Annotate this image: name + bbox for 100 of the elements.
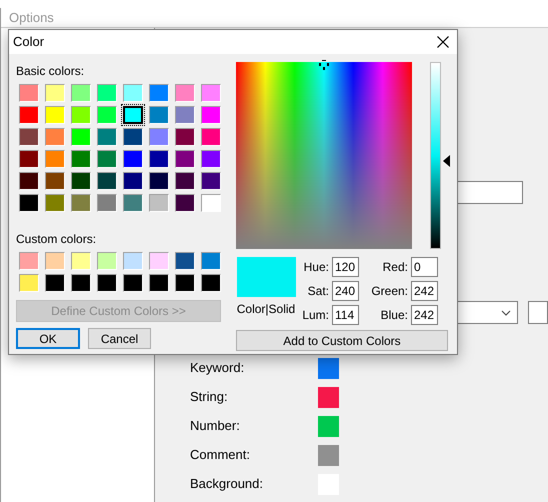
number-field[interactable]: 0 [411,257,438,277]
number-field[interactable]: 120 [332,257,359,277]
field-label: Green: [370,283,409,300]
close-icon[interactable] [437,36,449,48]
color-swatch[interactable] [45,106,65,124]
color-swatch[interactable] [318,358,339,378]
color-swatch[interactable] [149,106,169,124]
color-label: String: [190,388,229,406]
field-label: Hue: [302,259,330,276]
color-swatch[interactable] [19,194,39,212]
number-field[interactable]: 240 [332,281,359,301]
color-swatch[interactable] [175,252,195,270]
color-swatch[interactable] [201,194,221,212]
color-swatch[interactable] [175,172,195,190]
color-swatch[interactable] [123,194,143,212]
color-swatch[interactable] [45,172,65,190]
color-swatch[interactable] [19,274,39,292]
color-swatch[interactable] [123,84,143,102]
color-swatch[interactable] [97,274,117,292]
color-swatch[interactable] [71,84,91,102]
color-preview [236,257,296,297]
color-label: Keyword: [190,359,246,378]
color-swatch[interactable] [45,84,65,102]
color-swatch[interactable] [201,274,221,292]
color-swatch[interactable] [201,150,221,168]
slider-arrow-icon[interactable] [443,155,450,168]
color-label: Number: [190,417,241,436]
color-swatch[interactable] [149,194,169,212]
color-swatch[interactable] [97,150,117,168]
section-label: Custom colors: [16,231,98,248]
color-swatch[interactable] [175,128,195,146]
color-swatch[interactable] [201,128,221,146]
color-swatch[interactable] [45,274,65,292]
color-swatch[interactable] [97,194,117,212]
field-label: Red: [382,259,409,276]
add-to-custom-colors-button[interactable]: Add to Custom Colors [236,330,448,351]
color-swatch[interactable] [175,150,195,168]
color-swatch[interactable] [71,150,91,168]
color-swatch[interactable] [318,386,339,408]
color-swatch[interactable] [175,106,195,124]
color-label: Background: [190,475,264,494]
dropdown[interactable] [528,301,548,324]
preview-label: Color|Solid [236,301,296,318]
ok-button[interactable]: OK [16,328,80,349]
color-swatch[interactable] [19,106,39,124]
field-label: Blue: [380,307,409,324]
color-swatch[interactable] [19,150,39,168]
color-swatch[interactable] [123,150,143,168]
color-swatch[interactable] [71,172,91,190]
crosshair-icon [317,58,331,72]
dialog-title: Color [13,33,44,52]
window-title: Options [9,8,54,27]
color-swatch[interactable] [175,194,195,212]
color-swatch[interactable] [123,106,143,124]
color-swatch[interactable] [149,172,169,190]
color-swatch[interactable] [19,84,39,102]
field-label: Sat: [306,283,330,300]
color-swatch[interactable] [45,194,65,212]
color-swatch[interactable] [45,252,65,270]
section-label: Basic colors: [16,63,86,80]
color-swatch[interactable] [201,84,221,102]
color-swatch[interactable] [123,128,143,146]
color-swatch[interactable] [71,194,91,212]
color-swatch[interactable] [149,252,169,270]
color-swatch[interactable] [318,444,339,466]
color-swatch[interactable] [123,252,143,270]
color-swatch[interactable] [201,252,221,270]
color-swatch[interactable] [149,84,169,102]
color-swatch[interactable] [19,128,39,146]
color-spectrum[interactable] [236,62,412,249]
color-swatch[interactable] [97,172,117,190]
color-swatch[interactable] [71,128,91,146]
color-swatch[interactable] [45,150,65,168]
number-field[interactable]: 242 [411,281,438,301]
number-field[interactable]: 242 [411,305,438,325]
color-swatch[interactable] [201,106,221,124]
color-swatch[interactable] [318,416,339,436]
color-swatch[interactable] [71,274,91,292]
field-label: Lum: [301,307,330,324]
color-swatch[interactable] [71,252,91,270]
color-swatch[interactable] [45,128,65,146]
color-swatch[interactable] [123,172,143,190]
color-swatch[interactable] [97,128,117,146]
color-swatch[interactable] [71,106,91,124]
color-swatch[interactable] [175,84,195,102]
color-label: Comment: [190,446,251,464]
color-swatch[interactable] [175,274,195,292]
color-swatch[interactable] [201,172,221,190]
color-swatch[interactable] [19,172,39,190]
color-swatch[interactable] [123,274,143,292]
color-swatch[interactable] [149,274,169,292]
color-swatch[interactable] [97,252,117,270]
color-swatch[interactable] [149,150,169,168]
color-swatch[interactable] [19,252,39,270]
cancel-button[interactable]: Cancel [88,328,151,349]
number-field[interactable]: 114 [332,305,359,325]
color-swatch[interactable] [97,106,117,124]
color-swatch[interactable] [97,84,117,102]
color-swatch[interactable] [149,128,169,146]
chevron-down-icon [501,310,511,316]
